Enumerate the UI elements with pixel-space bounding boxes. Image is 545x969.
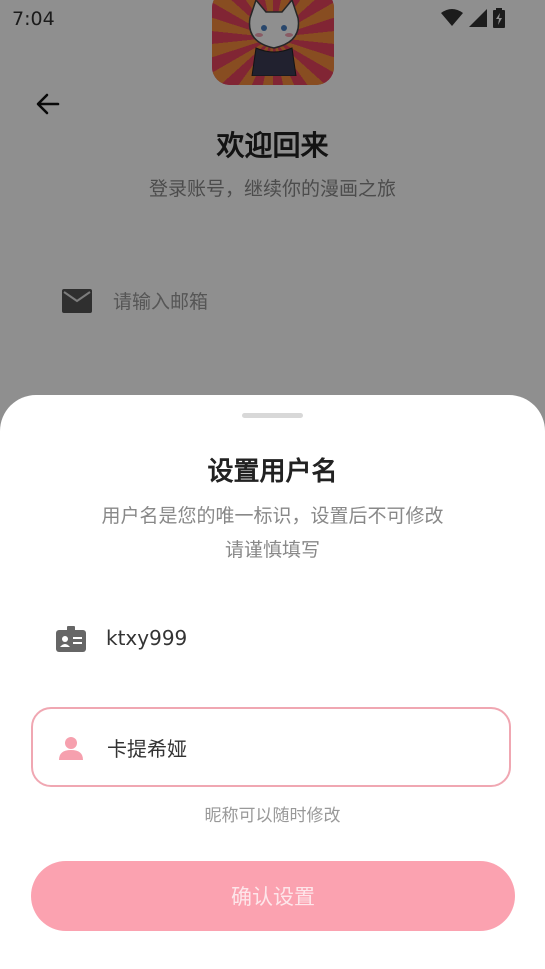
set-username-sheet: 设置用户名 用户名是您的唯一标识，设置后不可修改 请谨慎填写 ktxy999 昵…: [0, 395, 545, 969]
nickname-input[interactable]: [107, 731, 487, 763]
sheet-drag-handle[interactable]: [242, 413, 303, 418]
sheet-description-line2: 请谨慎填写: [224, 539, 320, 561]
person-icon: [59, 737, 83, 760]
confirm-button[interactable]: 确认设置: [31, 861, 515, 931]
nickname-hint: 昵称可以随时修改: [204, 806, 341, 826]
username-field: ktxy999: [38, 607, 508, 669]
sheet-description: 用户名是您的唯一标识，设置后不可修改 请谨慎填写: [0, 499, 545, 567]
sheet-title: 设置用户名: [207, 457, 338, 487]
username-value: ktxy999: [106, 626, 188, 650]
nickname-field[interactable]: [31, 707, 511, 787]
id-badge-icon: [56, 626, 86, 652]
sheet-description-line1: 用户名是您的唯一标识，设置后不可修改: [101, 505, 444, 527]
